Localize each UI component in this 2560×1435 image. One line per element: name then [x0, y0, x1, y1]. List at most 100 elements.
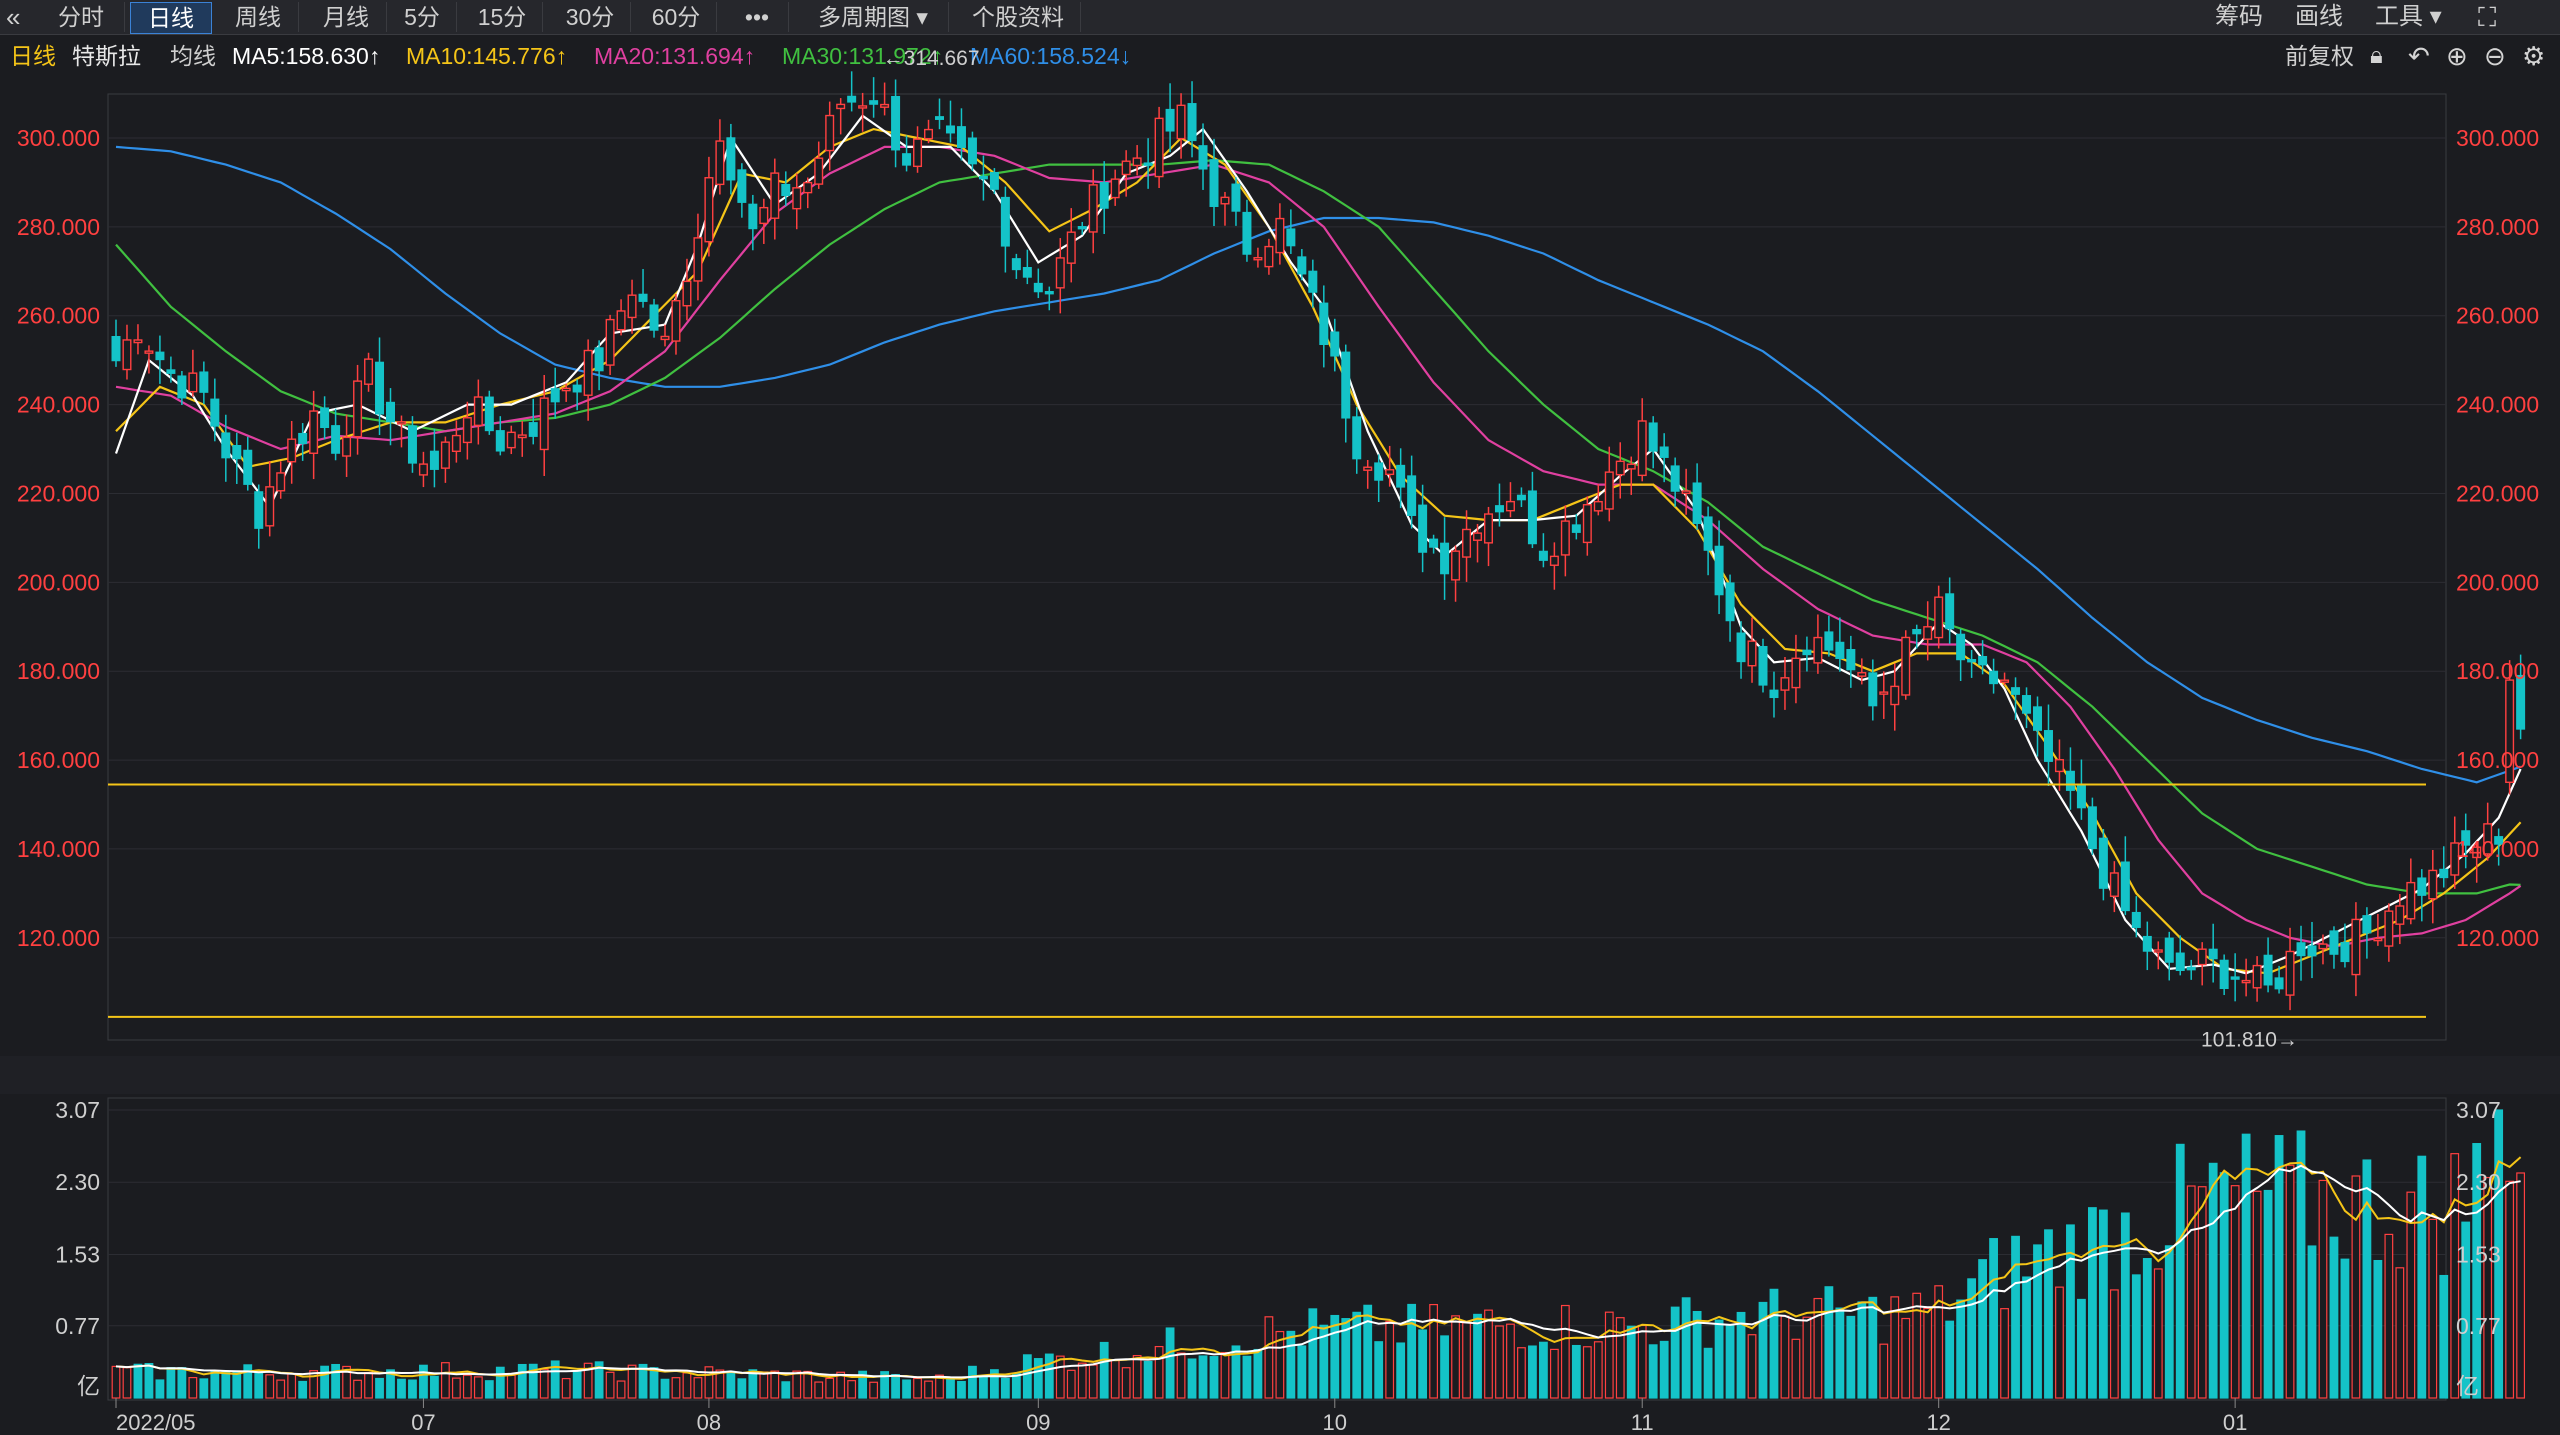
price-tick-right: 200.000 [2456, 569, 2539, 595]
adjust-button[interactable]: 前复权 [2285, 38, 2354, 74]
tab-5[interactable]: 15分 [462, 2, 543, 32]
volume-bar [2022, 1276, 2031, 1399]
volume-bar [254, 1372, 264, 1399]
ma-label[interactable]: 均线 [170, 38, 216, 74]
candle-body [1868, 672, 1878, 707]
candle-body [1066, 231, 1076, 264]
tab-0[interactable]: 分时 [38, 2, 125, 32]
candle-body [1363, 466, 1373, 471]
volume-bar [704, 1366, 714, 1399]
candle-body [1330, 331, 1340, 357]
candle-body [1308, 270, 1318, 293]
candle-body [1440, 542, 1450, 575]
undo-icon[interactable]: ↶ [2408, 38, 2430, 74]
volume-bar [441, 1362, 450, 1399]
tab-8[interactable]: ••• [726, 2, 789, 32]
candle-body [155, 351, 165, 361]
volume-bar [386, 1369, 395, 1399]
candle-body [199, 371, 209, 393]
volume-tick-left: 2.30 [55, 1169, 100, 1195]
volume-bar [287, 1373, 297, 1399]
candle-body [1582, 504, 1592, 544]
volume-bar [1912, 1292, 1922, 1399]
tab-7[interactable]: 60分 [636, 2, 717, 32]
candle-body [2043, 730, 2053, 762]
candle-body [1879, 691, 1889, 695]
candle-body [1791, 657, 1801, 689]
volume-bar [1758, 1301, 1768, 1399]
volume-bar [495, 1366, 505, 1399]
volume-bar [375, 1377, 384, 1399]
candle-body [935, 116, 945, 120]
tab-1[interactable]: 日线 [130, 2, 212, 34]
volume-bar [902, 1379, 911, 1399]
volume-bar [594, 1361, 604, 1399]
volume-bar [484, 1380, 494, 1399]
candle-body [221, 432, 231, 459]
x-tick-label: 12 [1926, 1410, 1950, 1435]
volume-bar [1901, 1317, 1911, 1399]
zoom-out-icon[interactable]: ⊖ [2484, 38, 2506, 74]
volume-bar [770, 1370, 780, 1399]
candle-body [2153, 949, 2163, 953]
tab-6[interactable]: 30分 [550, 2, 631, 32]
period-label: 日线 [10, 43, 56, 69]
candle-body [759, 206, 769, 225]
gear-icon[interactable]: ⚙ [2522, 38, 2545, 74]
volume-bar [1055, 1355, 1065, 1399]
candle-body [2164, 937, 2174, 963]
volume-gear-icon[interactable]: ⚙ [2522, 1058, 2545, 1094]
candle-body [1604, 471, 1614, 510]
volume-bar [506, 1374, 516, 1399]
volume-bar [1275, 1330, 1285, 1399]
volume-bar [1791, 1338, 1801, 1399]
volume-bar [781, 1381, 791, 1399]
chips-button[interactable]: 筹码 [2215, 0, 2263, 34]
volume-tick-left: 3.07 [55, 1097, 100, 1123]
candle-body [1923, 626, 1933, 640]
candle-body [1011, 258, 1021, 271]
candle-body [1418, 504, 1428, 553]
candle-body [704, 177, 714, 243]
candle-body [1462, 528, 1472, 558]
volume-bar [451, 1377, 461, 1399]
volume-bar [2088, 1207, 2097, 1399]
volume-bar [232, 1370, 242, 1399]
volume-bar [276, 1379, 286, 1399]
candle-body [2186, 966, 2196, 971]
candle-body [1022, 267, 1032, 278]
candle-body [1967, 659, 1977, 663]
tab-9[interactable]: 多周期图 ▾ [798, 2, 949, 32]
candle-body [967, 137, 977, 165]
double-chevron-left-icon[interactable]: « [6, 0, 20, 34]
volume-bar [616, 1380, 626, 1399]
tab-3[interactable]: 月线 [306, 2, 387, 32]
tab-4[interactable]: 5分 [388, 2, 457, 32]
tab-10[interactable]: 个股资料 [956, 2, 1081, 32]
candle-body [726, 137, 736, 181]
candle-body [2120, 861, 2130, 912]
draw-button[interactable]: 画线 [2295, 0, 2343, 34]
kline-chart[interactable]: ←314.667101.810→ 300.000 300.000280.000 28… [0, 0, 2560, 1435]
volume-title: 成交量 [10, 1063, 79, 1089]
price-tick-left: 120.000 [17, 925, 100, 951]
volume-bar [847, 1380, 857, 1399]
close-icon[interactable]: ⊗ [2485, 1058, 2507, 1094]
volume-bar [2175, 1143, 2185, 1399]
lock-icon[interactable]: 🔒︎ [2370, 38, 2383, 74]
volume-bar [1593, 1341, 1603, 1399]
volume-bar [1176, 1352, 1186, 1399]
candle-body [2109, 872, 2119, 897]
x-tick-label: 08 [697, 1410, 721, 1435]
candle-body [561, 387, 571, 392]
volume-bar [1319, 1324, 1329, 1399]
fullscreen-icon[interactable]: ⛶ [2478, 0, 2496, 34]
tab-2[interactable]: 周线 [218, 2, 299, 32]
candle-body [2274, 977, 2284, 990]
volume-bar [2197, 1186, 2207, 1399]
tools-button[interactable]: 工具 ▾ [2375, 0, 2442, 34]
volume-bar [1967, 1278, 1977, 1399]
zoom-in-icon[interactable]: ⊕ [2446, 38, 2468, 74]
volume-bar [869, 1381, 879, 1399]
candle-body [386, 401, 396, 423]
